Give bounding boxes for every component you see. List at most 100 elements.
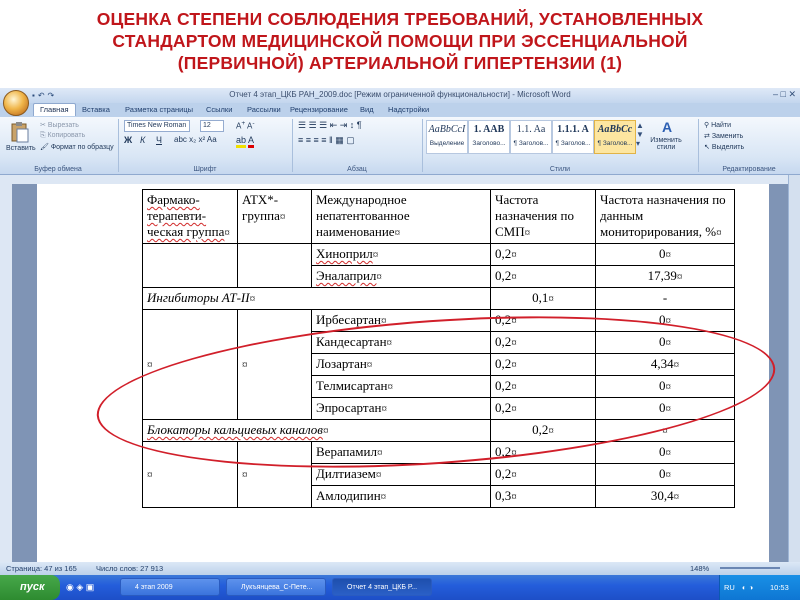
replace-label: Заменить	[711, 133, 744, 140]
copy-button[interactable]: ⎘ Копировать	[40, 132, 85, 140]
tab-page-layout[interactable]: Разметка страницы	[125, 105, 193, 114]
header-group-text: Фармако-терапевти-ческая группа	[147, 192, 225, 239]
drug-monitor: 4,34	[650, 356, 674, 371]
tray-icons[interactable]: ◐ ◑	[742, 583, 753, 592]
quick-access-toolbar[interactable]: ▪↶↷	[32, 91, 57, 100]
header-group: Фармако-терапевти-ческая группа¤	[142, 189, 238, 244]
tab-mailings[interactable]: Рассылки	[247, 105, 281, 114]
tab-home[interactable]: Главная	[33, 103, 76, 116]
slide-title-line-3: (ПЕРВИЧНОЙ) АРТЕРИАЛЬНОЙ ГИПЕРТЕНЗИИ (1)	[177, 53, 623, 73]
office-button[interactable]	[3, 90, 29, 116]
font-size-select[interactable]: 12	[200, 120, 224, 132]
header-freq-monitor-text: Частота назначения по данным мониториров…	[600, 192, 726, 239]
drug-smp: 0,2	[495, 268, 512, 283]
drug-smp: 0,2	[495, 444, 512, 459]
style-item[interactable]: AaBbCc ¶ Заголов...	[594, 120, 636, 154]
drug-name: Лозартан	[316, 356, 367, 371]
style-name: Заголово...	[472, 140, 506, 147]
word-count[interactable]: Число слов: 27 913	[96, 564, 163, 573]
status-bar: Страница: 47 из 165 Число слов: 27 913 1…	[0, 562, 800, 575]
bold-button[interactable]: Ж	[124, 135, 132, 145]
group-label: Блокаторы кальциевых каналов	[147, 422, 323, 437]
change-styles-button[interactable]: Изменить стили	[650, 137, 682, 151]
format-painter-button[interactable]: 🖌 Формат по образцу	[40, 143, 114, 151]
minimize-icon[interactable]: –	[773, 89, 778, 99]
drug-name: Верапамил	[316, 444, 377, 459]
drug-smp: 0,3	[495, 488, 512, 503]
highlight-color-icon[interactable]: ab A	[236, 135, 255, 148]
drug-smp: 0,2	[495, 400, 512, 415]
table-row: Хиноприл¤ 0,2¤ 0¤	[142, 243, 735, 288]
styles-scroll-icon[interactable]: ▲ ▼ ▾	[636, 121, 644, 148]
table-group-row: Блокаторы кальциевых каналов¤ 0,2¤ ¤	[142, 419, 735, 442]
clipboard-group-label: Буфер обмена	[34, 166, 82, 173]
style-sample: 1.1.1. A	[557, 124, 589, 135]
table-row: ¤ ¤ Ирбесартан¤ 0,2¤ 0¤	[142, 309, 735, 420]
change-styles-icon[interactable]: A	[662, 119, 672, 135]
quick-launch-icons[interactable]: ◉ ◈ ▣	[66, 582, 94, 593]
taskbar-item-pdf[interactable]: Лукъянцева_С-Пете...	[226, 578, 326, 596]
tab-addins[interactable]: Надстройки	[388, 105, 429, 114]
replace-button[interactable]: ⇄ Заменить	[704, 132, 743, 140]
select-button[interactable]: ↖ Выделить	[704, 143, 744, 151]
ribbon-tabs: Главная Вставка Разметка страницы Ссылки…	[0, 103, 800, 117]
drug-smp: 0,2	[495, 466, 512, 481]
drug-name: Эпросартан	[316, 400, 382, 415]
align-buttons[interactable]: ≡ ≡ ≡ ≡ ‖ ▦ ▢	[298, 135, 355, 146]
list-buttons[interactable]: ☰ ☰ ☰ ⇤ ⇥ ↕ ¶	[298, 120, 362, 131]
separator	[422, 119, 423, 172]
drug-smp: 0,2	[495, 246, 512, 261]
page-indicator[interactable]: Страница: 47 из 165	[6, 564, 77, 573]
header-atc-text: ATX*-группа	[242, 192, 280, 223]
tab-review[interactable]: Рецензирование	[290, 105, 348, 114]
start-button[interactable]: пуск	[0, 575, 60, 600]
cell-mark: ¤	[242, 359, 248, 371]
style-item[interactable]: 1.1. Aa ¶ Заголов...	[510, 120, 552, 154]
language-indicator[interactable]: RU	[724, 583, 735, 592]
underline-button[interactable]: Ч	[156, 135, 162, 145]
find-button[interactable]: ⚲ Найти	[704, 121, 731, 129]
format-buttons[interactable]: abc x₂ x² Aa	[174, 135, 217, 144]
style-item[interactable]: 1.1.1. A ¶ Заголов...	[552, 120, 594, 154]
zoom-slider[interactable]	[720, 567, 780, 569]
header-freq-monitor: Частота назначения по данным мониториров…	[595, 189, 735, 244]
style-sample: AaBbCcI	[428, 124, 466, 135]
drug-smp: 0,2	[495, 356, 512, 371]
zoom-level[interactable]: 148%	[690, 564, 709, 573]
paste-button[interactable]: Вставить	[6, 145, 36, 152]
cell-mark: ¤	[147, 469, 153, 481]
tab-view[interactable]: Вид	[360, 105, 374, 114]
redo-icon[interactable]: ↷	[48, 91, 58, 100]
document-area: Фармако-терапевти-ческая группа¤ ATX*-гр…	[12, 184, 788, 562]
separator	[292, 119, 293, 172]
style-name: ¶ Заголов...	[597, 140, 633, 147]
group-monitor: -	[662, 290, 668, 305]
font-name-select[interactable]: Times New Roman	[124, 120, 190, 132]
style-name: ¶ Заголов...	[513, 140, 549, 147]
style-item[interactable]: 1. AAB Заголово...	[468, 120, 510, 154]
close-icon[interactable]: ✕	[788, 89, 796, 99]
italic-button[interactable]: К	[140, 135, 145, 145]
undo-icon[interactable]: ↶	[38, 91, 48, 100]
taskbar-item-word[interactable]: Отчет 4 этап_ЦКБ Р...	[332, 578, 432, 596]
table-header-row: Фармако-терапевти-ческая группа¤ ATX*-гр…	[142, 189, 735, 244]
tab-insert[interactable]: Вставка	[82, 105, 110, 114]
taskbar-item-folder[interactable]: 4 этап 2009	[120, 578, 220, 596]
group-smp: 0,1	[532, 290, 549, 305]
clock: 10:53	[770, 583, 789, 592]
header-atc: ATX*-группа¤	[237, 189, 312, 244]
tab-references[interactable]: Ссылки	[206, 105, 232, 114]
font-group-label: Шрифт	[193, 166, 217, 173]
grow-shrink-font-icon[interactable]: A+ A-	[236, 120, 255, 131]
drug-smp: 0,2	[495, 312, 512, 327]
paste-icon[interactable]	[10, 121, 30, 143]
header-freq-smp-text: Частота назначения по СМП	[495, 192, 574, 239]
cut-label: Вырезать	[47, 122, 79, 129]
style-item[interactable]: AaBbCcI Выделение	[426, 120, 468, 154]
drug-name: Телмисартан	[316, 378, 388, 393]
cut-button[interactable]: ✂ Вырезать	[40, 121, 79, 129]
vertical-scrollbar[interactable]	[788, 175, 800, 562]
header-inn: Международное непатентованное наименован…	[311, 189, 491, 244]
style-sample: 1. AAB	[473, 124, 505, 135]
maximize-icon[interactable]: □	[781, 89, 786, 99]
